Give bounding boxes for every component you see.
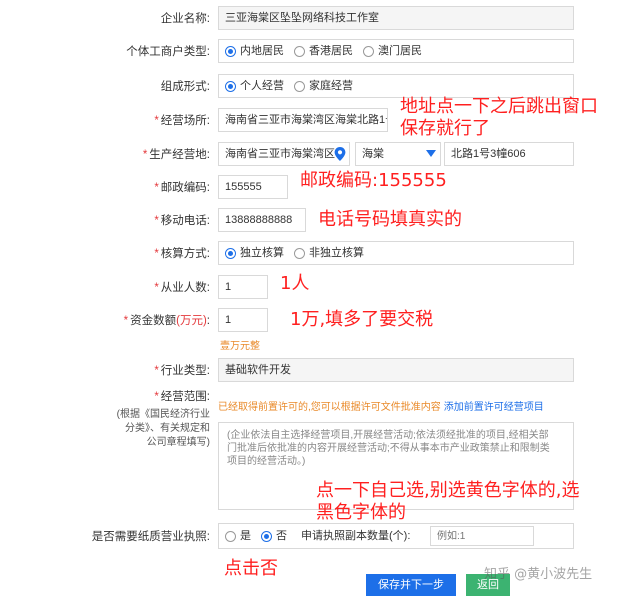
copies-label: 申请执照副本数量(个): <box>301 530 411 542</box>
copies-input[interactable] <box>430 526 534 546</box>
accounting-label: * 核算方式: <box>154 247 210 261</box>
scope-prereq-note: 已经取得前置许可的,您可以根据许可文件批准内容 <box>218 402 441 413</box>
radio-paper-yes-circle <box>225 530 236 542</box>
radio-independent-label: 独立核算 <box>240 247 284 259</box>
accounting-group: 独立核算 非独立核算 <box>218 241 574 265</box>
radio-mainland-label: 内地居民 <box>240 45 284 57</box>
industry-field[interactable]: 基础软件开发 <box>218 358 574 382</box>
required-mark: * <box>154 282 159 294</box>
radio-independent[interactable]: 独立核算 <box>225 242 284 264</box>
annotation-capital: 1万,填多了要交税 <box>290 309 434 330</box>
postal-code-field[interactable]: 155555 <box>218 175 288 199</box>
scope-prereq-link[interactable]: 添加前置许可经营项目 <box>444 402 544 413</box>
radio-individual-label: 个人经营 <box>240 80 284 92</box>
production-place-label: * 生产经营地: <box>143 148 210 162</box>
radio-hongkong-circle <box>294 45 305 57</box>
company-name-label: 企业名称: <box>160 13 210 25</box>
required-mark: * <box>154 215 159 227</box>
employees-label: * 从业人数: <box>154 281 210 295</box>
industry-label-text: 行业类型: <box>160 365 210 377</box>
radio-family-circle <box>294 80 305 92</box>
household-type-group: 内地居民 香港居民 澳门居民 <box>218 39 574 63</box>
radio-non-independent-circle <box>294 247 305 259</box>
capital-caption: 壹万元整 <box>220 341 260 352</box>
postal-code-label-text: 邮政编码: <box>160 182 210 194</box>
annotation-address: 地址点一下之后跳出窗口 保存就行了 <box>400 96 598 139</box>
radio-independent-circle <box>225 247 236 259</box>
scope-prereq-row: 已经取得前置许可的,您可以根据许可文件批准内容 添加前置许可经营项目 <box>218 398 544 413</box>
production-place-label-text: 生产经营地: <box>149 149 210 161</box>
scope-label-text: 经营范围: <box>160 391 210 403</box>
radio-individual-circle <box>225 80 236 92</box>
paper-license-label: 是否需要纸质营业执照: <box>91 531 210 543</box>
required-mark: * <box>123 315 129 327</box>
annotation-click-no: 点击否 <box>224 558 278 579</box>
required-mark: * <box>154 248 159 260</box>
capital-label-unit: (万元) <box>176 315 207 327</box>
production-place-field-1[interactable]: 海南省三亚市海棠湾区 <box>218 142 350 166</box>
scope-label: * 经营范围: <box>154 390 210 404</box>
mobile-label: * 移动电话: <box>154 214 210 228</box>
required-mark: * <box>154 115 159 127</box>
company-name-field[interactable]: 三亚海棠区坠坠网络科技工作室 <box>218 6 574 30</box>
composition-label: 组成形式: <box>160 81 210 93</box>
radio-non-independent[interactable]: 非独立核算 <box>294 242 364 264</box>
postal-code-label: * 邮政编码: <box>154 181 210 195</box>
radio-family-label: 家庭经营 <box>309 80 353 92</box>
annotation-employees: 1人 <box>280 273 310 294</box>
radio-hongkong[interactable]: 香港居民 <box>294 40 353 62</box>
business-place-field[interactable]: 海南省三亚市海棠湾区海棠北路1号3幢606 <box>218 108 388 132</box>
mobile-label-text: 移动电话: <box>160 215 210 227</box>
chevron-down-icon <box>426 150 436 157</box>
capital-field[interactable]: 1 <box>218 308 268 332</box>
capital-label: * 资金数额(万元): <box>124 314 210 328</box>
employees-field[interactable]: 1 <box>218 275 268 299</box>
radio-paper-yes[interactable]: 是 <box>225 525 251 547</box>
location-pin-icon[interactable] <box>334 147 346 161</box>
radio-macau[interactable]: 澳门居民 <box>363 40 422 62</box>
composition-group: 个人经营 家庭经营 <box>218 74 574 98</box>
radio-paper-no[interactable]: 否 <box>261 525 287 547</box>
production-place-value-2: 海棠 <box>362 148 384 160</box>
required-mark: * <box>142 149 148 161</box>
capital-label-colon: : <box>206 315 210 327</box>
annotation-phone: 电话号码填真实的 <box>318 209 462 230</box>
radio-family[interactable]: 家庭经营 <box>294 75 353 97</box>
production-place-value-1: 海南省三亚市海棠湾区 <box>225 148 335 160</box>
capital-label-a: 资金数额 <box>130 315 177 327</box>
radio-hongkong-label: 香港居民 <box>309 45 353 57</box>
radio-mainland[interactable]: 内地居民 <box>225 40 284 62</box>
required-mark: * <box>154 391 159 403</box>
production-place-value-3: 北路1号3幢606 <box>451 148 526 160</box>
required-mark: * <box>154 182 159 194</box>
radio-non-independent-label: 非独立核算 <box>309 247 364 259</box>
radio-paper-no-circle <box>261 530 272 542</box>
mobile-field[interactable]: 13888888888 <box>218 208 306 232</box>
required-mark: * <box>154 365 159 377</box>
production-place-field-3[interactable]: 北路1号3幢606 <box>444 142 574 166</box>
annotation-postal: 邮政编码:155555 <box>300 170 447 191</box>
radio-paper-no-label: 否 <box>276 530 287 542</box>
business-place-label: * 经营场所: <box>154 114 210 128</box>
radio-macau-label: 澳门居民 <box>378 45 422 57</box>
watermark: 知乎 @黄小波先生 <box>484 567 593 582</box>
save-next-button[interactable]: 保存并下一步 <box>366 574 456 596</box>
business-place-label-text: 经营场所: <box>160 115 210 127</box>
radio-individual[interactable]: 个人经营 <box>225 75 284 97</box>
radio-mainland-circle <box>225 45 236 57</box>
scope-hint: (根据《国民经济行业分类》、有关规定和公司章程填写) <box>116 409 210 448</box>
accounting-label-text: 核算方式: <box>160 248 210 260</box>
industry-label: * 行业类型: <box>154 364 210 378</box>
employees-label-text: 从业人数: <box>160 282 210 294</box>
radio-paper-yes-label: 是 <box>240 530 251 542</box>
household-type-label: 个体工商户类型: <box>126 46 210 58</box>
scope-placeholder: (企业依法自主选择经营项目,开展经营活动;依法须经批准的项目,经相关部门批准后依… <box>227 430 550 467</box>
radio-macau-circle <box>363 45 374 57</box>
annotation-scope: 点一下自己选,别选黄色字体的,选 黑色字体的 <box>316 480 580 523</box>
